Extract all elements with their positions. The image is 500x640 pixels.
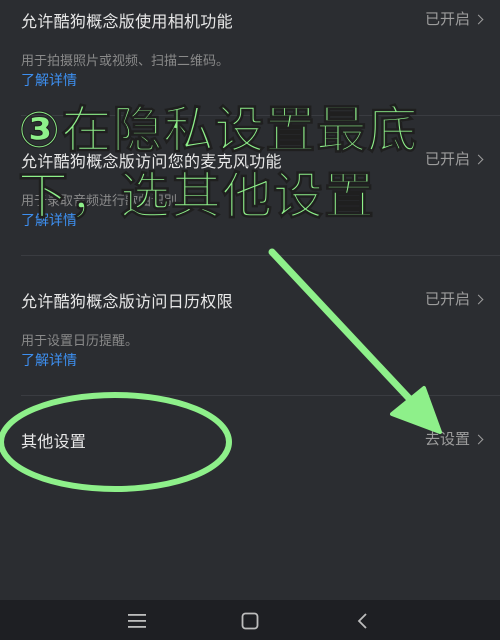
other-settings-title: 其他设置 [21,432,87,451]
go-settings-label: 去设置 [424,430,470,448]
permission-status[interactable]: 已开启 [424,148,484,169]
annotation-line-1: ③在隐私设置最底 [17,101,419,160]
chevron-right-icon [473,14,484,24]
permission-description: 用于设置日历提醒。 [21,334,139,349]
permission-row-calendar[interactable]: 允许酷狗概念版访问日历权限 已开启 用于设置日历提醒。 了解详情 [0,280,500,392]
divider [21,255,500,256]
divider [21,395,500,396]
permission-status[interactable]: 已开启 [424,8,484,29]
learn-more-link[interactable]: 了解详情 [21,350,77,370]
chevron-right-icon [473,154,484,164]
permission-row-camera[interactable]: 允许酷狗概念版使用相机功能 已开启 用于拍摄照片或视频、扫描二维码。 了解详情 [0,0,500,112]
other-settings-row[interactable]: 其他设置 去设置 [0,420,500,460]
chevron-right-icon [473,434,484,444]
status-label: 已开启 [424,10,470,28]
permission-status[interactable]: 已开启 [424,288,484,309]
permission-description: 用于拍摄照片或视频、扫描二维码。 [21,54,230,69]
menu-icon[interactable] [122,608,152,634]
go-settings-action[interactable]: 去设置 [424,428,484,449]
learn-more-link[interactable]: 了解详情 [21,70,77,90]
status-label: 已开启 [424,290,470,308]
system-navbar [0,600,500,640]
permission-title: 允许酷狗概念版使用相机功能 [21,12,233,31]
back-chevron-icon[interactable] [348,608,378,634]
chevron-right-icon [473,294,484,304]
annotation-line-2: 下，选其他设置 [18,167,375,226]
home-square-icon[interactable] [235,608,265,634]
permission-title: 允许酷狗概念版访问日历权限 [21,292,233,311]
status-label: 已开启 [424,150,470,168]
